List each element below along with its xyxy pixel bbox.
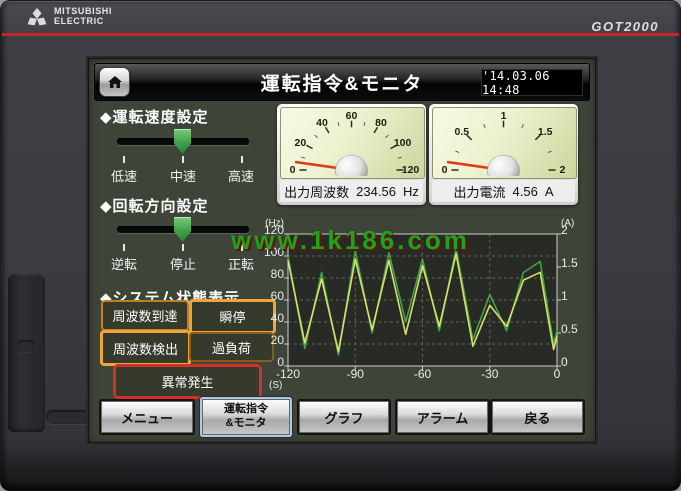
lcd-screen: 運転指令&モニタ '14.03.06 14:48 ◆運転速度設定 低速 中速 高… [88,58,596,443]
svg-text:2: 2 [560,164,566,176]
nav-button-alarm[interactable]: アラーム [397,401,488,433]
status-indicator-freq-detect[interactable]: 周波数検出 [100,330,191,366]
speed-tick [241,156,243,163]
brand-line2: ELECTRIC [54,17,112,27]
gauge-value: 234.56 [356,184,396,199]
brand-text: MITSUBISHI ELECTRIC [54,7,112,27]
mitsubishi-brand: MITSUBISHI ELECTRIC [26,7,112,27]
y-left-tick-label: 80 [271,267,284,281]
speed-tick [123,156,125,163]
door-emboss [18,340,34,352]
x-tick-label: -60 [414,367,431,381]
svg-text:0: 0 [290,164,296,176]
y-left-tick-label: 40 [271,311,284,325]
svg-text:100: 100 [394,137,412,149]
mitsubishi-three-diamond-icon [26,7,48,26]
svg-text:120: 120 [402,164,420,176]
direction-slider-handle[interactable] [174,217,191,242]
y-right-tick-label: 1.5 [561,256,578,270]
direction-tick [123,244,125,251]
svg-text:1.5: 1.5 [538,126,553,138]
svg-text:0: 0 [442,164,448,176]
gauge-label: 出力電流 [454,182,506,201]
status-indicator-freq-reached[interactable]: 周波数到達 [101,300,189,331]
gauge-needle-and-scale: 0 20 40 60 80 100 120 [281,108,422,176]
x-tick-label: -120 [276,367,300,381]
output-frequency-gauge: 0 20 40 60 80 100 120 出力周波数 234.56 Hz [277,104,426,205]
y-right-tick-label: 0.5 [561,322,578,336]
output-current-gauge: 0 0.5 1 1.5 2 出力電流 4.56 A [429,104,578,205]
speed-section-title: ◆運転速度設定 [100,106,209,127]
gauge-unit: Hz [403,184,419,199]
nav-button-menu[interactable]: メニュー [101,401,193,433]
speed-slider-handle[interactable] [174,129,191,154]
nav-button-back[interactable]: 戻る [492,401,583,433]
got2000-hmi-device: MITSUBISHI ELECTRIC GOT2000 運転指令&モニタ '14… [0,0,681,491]
screen-header: 運転指令&モニタ '14.03.06 14:48 [94,63,590,101]
x-tick-label: -30 [481,367,498,381]
y-right-tick-label: 0 [561,355,568,369]
x-axis-unit: (S) [269,380,282,391]
interface-door[interactable] [8,274,45,432]
direction-section-title: ◆回転方向設定 [100,195,209,216]
speed-label-high: 高速 [211,166,271,185]
gauge-readout: 出力電流 4.56 A [432,180,575,202]
nav-button-line1: 運転指令 [224,403,268,417]
bezel-bottom-edge [0,445,681,491]
gauge-unit: A [545,184,554,199]
nav-button-graph[interactable]: グラフ [299,401,389,433]
gauge-dial: 0 20 40 60 80 100 120 [280,107,425,179]
x-tick-label: 0 [554,367,561,381]
speed-label-mid: 中速 [153,166,213,185]
svg-text:40: 40 [316,117,328,129]
speed-label-low: 低速 [94,166,154,185]
nav-button-operation-monitor[interactable]: 運転指令 &モニタ [202,399,290,435]
datetime-display: '14.03.06 14:48 [481,69,583,96]
y-left-tick-label: 60 [271,289,284,303]
y-left-tick-label: 20 [271,333,284,347]
gauge-dial: 0 0.5 1 1.5 2 [432,107,577,179]
gauge-value: 4.56 [513,184,538,199]
svg-text:60: 60 [346,110,358,122]
y-right-tick-label: 2 [561,223,568,237]
svg-text:20: 20 [295,137,307,149]
gauge-readout: 出力周波数 234.56 Hz [280,180,423,202]
model-logo: GOT2000 [591,19,659,34]
nav-button-line2: &モニタ [226,417,267,431]
svg-text:80: 80 [375,117,387,129]
gauge-needle-and-scale: 0 0.5 1 1.5 2 [433,108,574,176]
watermark-text: www.1k186.com [231,225,470,256]
bezel-red-stripe [2,33,679,36]
direction-label-stop: 停止 [153,254,213,273]
direction-tick [182,244,184,251]
svg-text:0.5: 0.5 [454,126,469,138]
direction-label-reverse: 逆転 [94,254,154,273]
x-tick-label: -90 [347,367,364,381]
speed-tick [182,156,184,163]
y-right-tick-label: 1 [561,289,568,303]
gauge-label: 出力周波数 [284,182,349,201]
svg-text:1: 1 [501,110,507,122]
